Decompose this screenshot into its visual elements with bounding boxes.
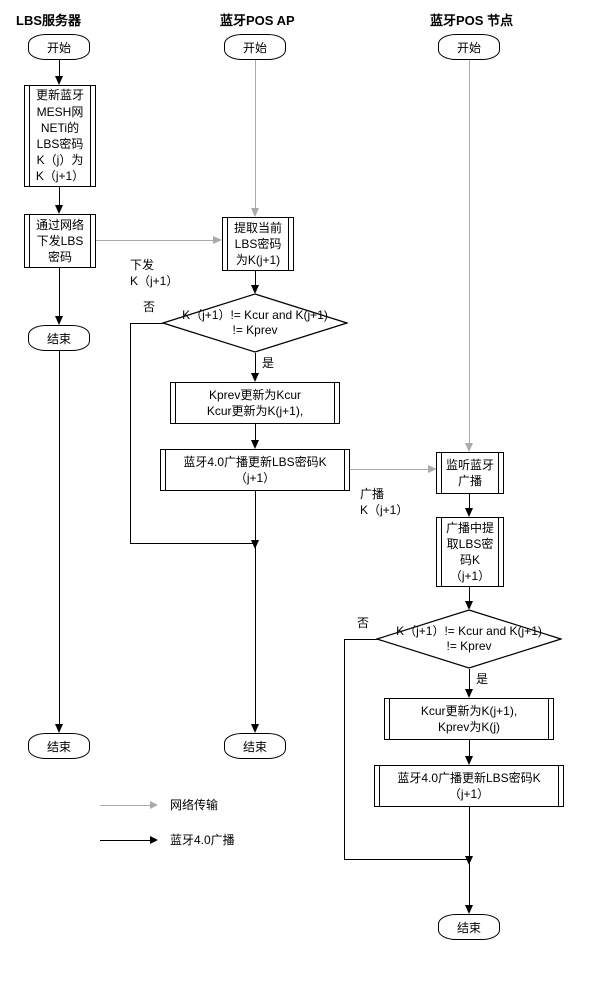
- c2-end: 结束: [224, 733, 286, 759]
- line: [344, 639, 345, 859]
- arrowhead: [55, 316, 63, 325]
- c2-start-label: 开始: [243, 39, 267, 56]
- c2-broadcast: 蓝牙4.0广播更新LBS密码K （j+1）: [160, 449, 350, 491]
- c2-start: 开始: [224, 34, 286, 60]
- c2-update-kprev-kcur-label: Kprev更新为Kcur Kcur更新为K(j+1),: [207, 387, 303, 419]
- legend-bt-arrow-icon: [150, 836, 158, 844]
- c1-update-key: 更新蓝牙 MESH网 NETi的 LBS密码 K（j）为 K（j+1）: [24, 85, 96, 187]
- arrowhead: [251, 373, 259, 382]
- c1-start-label: 开始: [47, 39, 71, 56]
- label-no: 否: [357, 616, 369, 632]
- column-2-header: 蓝牙POS AP: [220, 10, 295, 29]
- arrow-gray: [469, 60, 470, 445]
- line: [344, 859, 469, 860]
- c3-broadcast-label: 蓝牙4.0广播更新LBS密码K （j+1）: [397, 770, 540, 802]
- arrow: [59, 351, 60, 726]
- line: [130, 543, 255, 544]
- c1-send-key-label: 通过网络 下发LBS 密码: [36, 217, 84, 266]
- legend-bt-line: [100, 840, 150, 841]
- arrow: [469, 669, 470, 691]
- legend-network-line: [100, 805, 150, 806]
- label-no: 否: [143, 300, 155, 316]
- column-3-header: 蓝牙POS 节点: [430, 10, 513, 29]
- legend-bt-label: 蓝牙4.0广播: [170, 833, 235, 849]
- label-yes: 是: [262, 356, 274, 372]
- label-broadcast-k: 广播 K（j+1）: [360, 487, 408, 518]
- legend-network-arrow-icon: [150, 801, 158, 809]
- label-send-k: 下发 K（j+1）: [130, 258, 178, 289]
- arrow: [59, 268, 60, 318]
- c3-decision: K（j+1）!= Kcur and K(j+1) != Kprev: [376, 609, 562, 669]
- arrow-bt: [350, 469, 430, 470]
- arrow: [255, 491, 256, 726]
- arrowhead-gray: [213, 236, 222, 244]
- c3-listen: 监听蓝牙 广播: [436, 452, 504, 494]
- arrowhead-gray: [465, 443, 473, 452]
- arrow-network: [96, 240, 215, 241]
- arrow: [255, 353, 256, 375]
- label-yes: 是: [476, 672, 488, 688]
- c2-broadcast-label: 蓝牙4.0广播更新LBS密码K （j+1）: [183, 454, 326, 486]
- c3-start-label: 开始: [457, 39, 481, 56]
- c3-end: 结束: [438, 914, 500, 940]
- c3-update-kcur-kprev-label: Kcur更新为K(j+1), Kprev为K(j): [421, 703, 517, 735]
- c1-end1-label: 结束: [47, 330, 71, 347]
- arrowhead: [55, 76, 63, 85]
- arrowhead: [55, 205, 63, 214]
- line: [344, 639, 377, 640]
- c3-extract: 广播中提 取LBS密 码K （j+1）: [436, 517, 504, 587]
- legend-network-label: 网络传输: [170, 798, 218, 814]
- arrowhead: [465, 508, 473, 517]
- arrowhead: [251, 724, 259, 733]
- c3-end-label: 结束: [457, 919, 481, 936]
- c2-extract-key: 提取当前 LBS密码 为K(j+1): [222, 217, 294, 271]
- arrow-gray: [255, 60, 256, 210]
- c3-update-kcur-kprev: Kcur更新为K(j+1), Kprev为K(j): [384, 698, 554, 740]
- c3-start: 开始: [438, 34, 500, 60]
- c2-decision-label: K（j+1）!= Kcur and K(j+1) != Kprev: [182, 308, 328, 338]
- arrowhead: [465, 756, 473, 765]
- c1-update-key-label: 更新蓝牙 MESH网 NETi的 LBS密码 K（j）为 K（j+1）: [36, 87, 84, 184]
- c3-decision-label: K（j+1）!= Kcur and K(j+1) != Kprev: [396, 624, 542, 654]
- flowchart-canvas: LBS服务器 蓝牙POS AP 蓝牙POS 节点 开始 更新蓝牙 MESH网 N…: [10, 10, 596, 990]
- arrowhead: [465, 905, 473, 914]
- arrowhead: [465, 856, 473, 865]
- arrowhead: [251, 540, 259, 549]
- c2-update-kprev-kcur: Kprev更新为Kcur Kcur更新为K(j+1),: [170, 382, 340, 424]
- c1-send-key: 通过网络 下发LBS 密码: [24, 214, 96, 268]
- column-1-header: LBS服务器: [16, 10, 81, 29]
- arrowhead: [465, 689, 473, 698]
- c2-extract-key-label: 提取当前 LBS密码 为K(j+1): [234, 220, 282, 269]
- line: [130, 323, 131, 543]
- c3-broadcast: 蓝牙4.0广播更新LBS密码K （j+1）: [374, 765, 564, 807]
- c3-extract-label: 广播中提 取LBS密 码K （j+1）: [446, 520, 494, 585]
- arrowhead-gray: [251, 208, 259, 217]
- c3-listen-label: 监听蓝牙 广播: [446, 457, 494, 489]
- arrowhead: [55, 724, 63, 733]
- c2-end-label: 结束: [243, 738, 267, 755]
- c1-start: 开始: [28, 34, 90, 60]
- c1-end2: 结束: [28, 733, 90, 759]
- c2-decision: K（j+1）!= Kcur and K(j+1) != Kprev: [162, 293, 348, 353]
- c1-end1: 结束: [28, 325, 90, 351]
- arrowhead: [251, 440, 259, 449]
- line: [130, 323, 163, 324]
- arrow: [59, 187, 60, 207]
- c1-end2-label: 结束: [47, 738, 71, 755]
